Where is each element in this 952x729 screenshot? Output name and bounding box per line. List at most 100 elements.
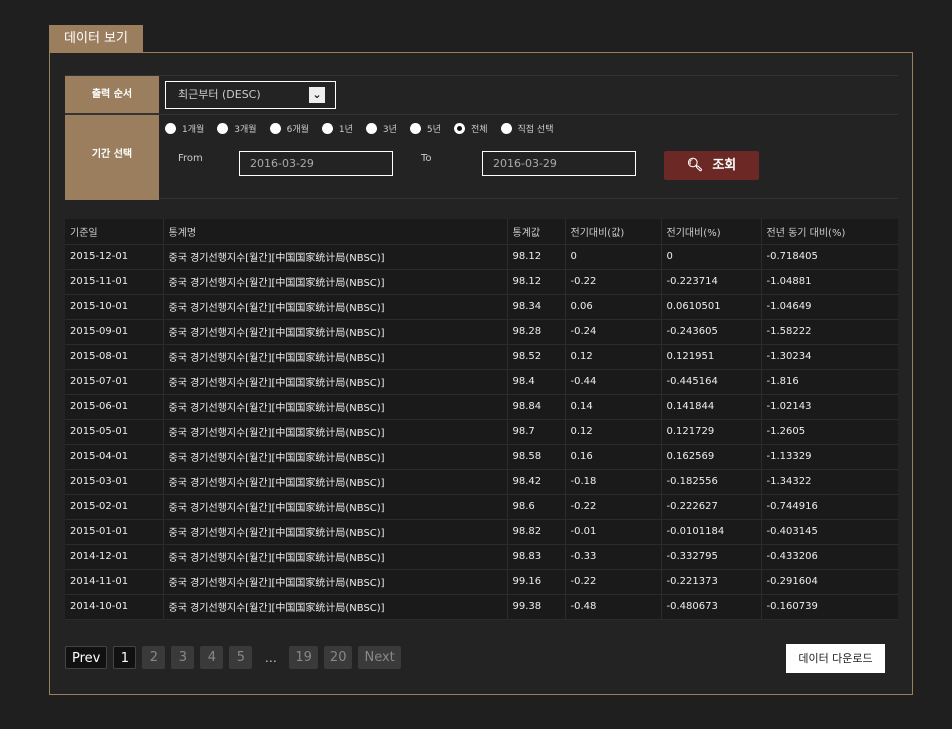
period-radio-group: 1개월 3개월 6개월 1년 3년 5년 전체 직접 선택 xyxy=(165,122,566,135)
search-label: 조회 xyxy=(712,158,737,173)
table-cell: -0.243605 xyxy=(661,319,762,345)
period-radio[interactable]: 전체 xyxy=(453,122,488,135)
radio-button[interactable] xyxy=(453,123,465,134)
column-header: 통계명 xyxy=(163,219,508,245)
table-cell: 98.34 xyxy=(507,294,566,320)
period-radio[interactable]: 6개월 xyxy=(269,122,309,135)
table-row: 2015-03-01 중국 경기선행지수[월간][中国国家统计局(NBSC)] 98… xyxy=(65,469,898,495)
table-row: 2015-07-01 중국 경기선행지수[월간][中国国家统计局(NBSC)] 98… xyxy=(65,369,898,395)
tab-data-view[interactable]: 데이터 보기 xyxy=(49,25,143,52)
table-cell: 중국 경기선행지수[월간][中国国家统计局(NBSC)] xyxy=(163,294,508,320)
table-cell: -0.18 xyxy=(565,469,662,495)
radio-button[interactable] xyxy=(500,123,512,134)
table-cell: 중국 경기선행지수[월간][中国国家统计局(NBSC)] xyxy=(163,569,508,595)
search-button[interactable]: 🔍︎ 조회 xyxy=(664,151,759,180)
table-cell: 98.52 xyxy=(507,344,566,370)
table-cell: -0.160739 xyxy=(761,594,898,620)
table-cell: 98.4 xyxy=(507,369,566,395)
page-button[interactable]: 19 xyxy=(289,646,318,669)
table-cell: 중국 경기선행지수[월간][中国国家统计局(NBSC)] xyxy=(163,469,508,495)
table-cell: 2015-10-01 xyxy=(65,294,164,320)
table-cell: 0.12 xyxy=(565,344,662,370)
radio-button[interactable] xyxy=(321,123,333,134)
page-button[interactable]: 3 xyxy=(171,646,195,669)
table-cell: 0.16 xyxy=(565,444,662,470)
table-cell: 0 xyxy=(661,244,762,270)
table-cell: -1.13329 xyxy=(761,444,898,470)
table-cell: -1.58222 xyxy=(761,319,898,345)
table-row: 2015-02-01 중국 경기선행지수[월간][中国国家统计局(NBSC)] 98… xyxy=(65,494,898,520)
radio-button[interactable] xyxy=(269,123,281,134)
page-button[interactable]: 5 xyxy=(229,646,253,669)
search-form: 출력 순서 최근부터 (DESC) ⌄ 기간 선택 1개월 3개월 6개월 1년 3년 5년… xyxy=(65,75,898,200)
table-cell: 중국 경기선행지수[월간][中国国家统计局(NBSC)] xyxy=(163,594,508,620)
from-date-input[interactable]: 2016-03-29 xyxy=(239,151,393,176)
order-label: 출력 순서 xyxy=(65,76,159,114)
radio-button[interactable] xyxy=(409,123,421,134)
table-cell: -0.01 xyxy=(565,519,662,545)
period-radio[interactable]: 3년 xyxy=(365,122,397,135)
table-cell: -1.2605 xyxy=(761,419,898,445)
table-cell: 98.42 xyxy=(507,469,566,495)
table-cell: 2015-05-01 xyxy=(65,419,164,445)
table-cell: 2015-06-01 xyxy=(65,394,164,420)
table-cell: 중국 경기선행지수[월간][中国国家统计局(NBSC)] xyxy=(163,369,508,395)
table-cell: 98.83 xyxy=(507,544,566,570)
radio-button[interactable] xyxy=(165,123,176,134)
period-radio[interactable]: 3개월 xyxy=(217,122,257,135)
to-label: To xyxy=(421,153,432,164)
table-cell: 0.06 xyxy=(565,294,662,320)
table-cell: 중국 경기선행지수[월간][中国国家统计局(NBSC)] xyxy=(163,444,508,470)
order-value: 최근부터 (DESC) xyxy=(178,88,261,101)
table-row: 2015-12-01 중국 경기선행지수[월간][中国国家统计局(NBSC)] 98… xyxy=(65,244,898,270)
table-cell: -1.30234 xyxy=(761,344,898,370)
table-row: 2014-11-01 중국 경기선행지수[월간][中国国家统计局(NBSC)] 99… xyxy=(65,569,898,595)
table-cell: -0.0101184 xyxy=(661,519,762,545)
table-cell: 0.162569 xyxy=(661,444,762,470)
table-cell: 0.0610501 xyxy=(661,294,762,320)
radio-label: 전체 xyxy=(470,125,488,135)
next-button[interactable]: Next xyxy=(358,646,401,669)
table-cell: 2015-03-01 xyxy=(65,469,164,495)
table-cell: -0.744916 xyxy=(761,494,898,520)
table-cell: 중국 경기선행지수[월간][中国国家统计局(NBSC)] xyxy=(163,394,508,420)
prev-button[interactable]: Prev xyxy=(65,646,108,669)
page-button[interactable]: 20 xyxy=(323,646,353,669)
table-cell: -0.24 xyxy=(565,319,662,345)
chevron-down-icon[interactable]: ⌄ xyxy=(309,87,325,103)
column-header: 통계값 xyxy=(507,219,566,245)
page-button[interactable]: 4 xyxy=(200,646,224,669)
table-cell: 중국 경기선행지수[월간][中国国家统计局(NBSC)] xyxy=(163,419,508,445)
table-cell: -1.04881 xyxy=(761,269,898,295)
radio-button[interactable] xyxy=(217,123,229,134)
table-cell: 2014-11-01 xyxy=(65,569,164,595)
table-cell: 99.38 xyxy=(507,594,566,620)
period-radio[interactable]: 1개월 xyxy=(165,122,204,135)
table-cell: -0.291604 xyxy=(761,569,898,595)
table-row: 2015-01-01 중국 경기선행지수[월간][中国国家统计局(NBSC)] 98… xyxy=(65,519,898,545)
order-select[interactable]: 최근부터 (DESC) ⌄ xyxy=(165,81,336,109)
table-cell: 중국 경기선행지수[월간][中国国家统计局(NBSC)] xyxy=(163,519,508,545)
period-radio[interactable]: 1년 xyxy=(321,122,353,135)
page-button[interactable]: 2 xyxy=(142,646,166,669)
page-button[interactable]: 1 xyxy=(113,646,137,669)
table-cell: -0.182556 xyxy=(661,469,762,495)
table-cell: -0.222627 xyxy=(661,494,762,520)
data-table: 기준일 통계명 통계값 전기대비(값) 전기대비(%) 전년 동기 대비(%) 2015-… xyxy=(65,219,898,620)
table-cell: 98.82 xyxy=(507,519,566,545)
radio-button[interactable] xyxy=(365,123,377,134)
table-cell: 98.84 xyxy=(507,394,566,420)
table-cell: -0.22 xyxy=(565,494,662,520)
table-cell: -1.02143 xyxy=(761,394,898,420)
to-date-input[interactable]: 2016-03-29 xyxy=(482,151,636,176)
table-cell: -1.34322 xyxy=(761,469,898,495)
table-cell: -1.04649 xyxy=(761,294,898,320)
table-cell: -0.332795 xyxy=(661,544,762,570)
download-button[interactable]: 데이터 다운로드 xyxy=(786,644,885,673)
table-cell: -0.433206 xyxy=(761,544,898,570)
column-header: 전기대비(%) xyxy=(661,219,762,245)
radio-label: 3개월 xyxy=(234,125,257,135)
period-radio[interactable]: 5년 xyxy=(409,122,441,135)
table-cell: 중국 경기선행지수[월간][中国国家统计局(NBSC)] xyxy=(163,244,508,270)
period-radio[interactable]: 직접 선택 xyxy=(500,122,553,135)
